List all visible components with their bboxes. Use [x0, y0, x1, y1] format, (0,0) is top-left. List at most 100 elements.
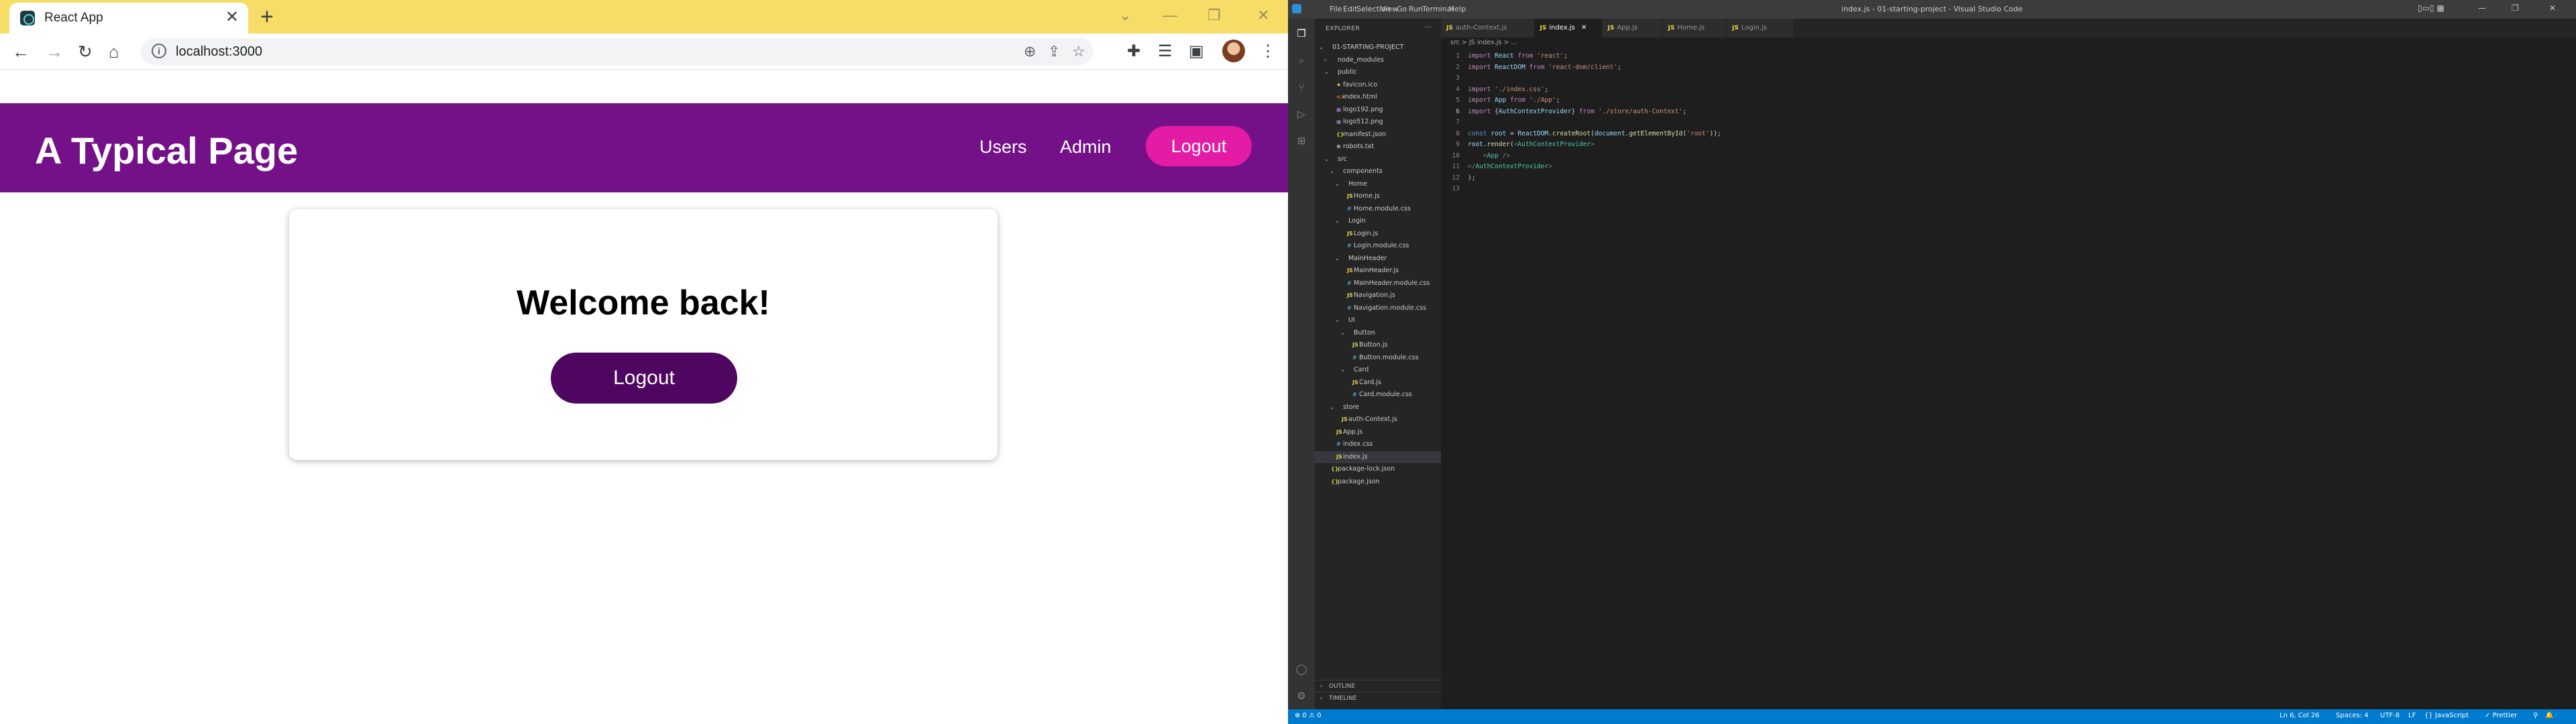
tree-folder[interactable]: ⌄ Home — [1315, 178, 1441, 190]
close-tab-icon[interactable]: ✕ — [225, 9, 239, 26]
back-arrow-icon[interactable]: ← — [12, 42, 30, 62]
tree-file[interactable]: JSButton.js — [1315, 339, 1441, 351]
tree-file[interactable]: JSNavigation.js — [1315, 290, 1441, 302]
address-bar[interactable]: i localhost:3000 ⊕ ⇪ ☆ — [141, 38, 1093, 65]
settings-gear-icon[interactable]: ⚙ — [1295, 689, 1308, 703]
reading-list-icon[interactable]: ☰ — [1158, 42, 1173, 62]
tree-file[interactable]: ≡ robots.txt — [1315, 141, 1441, 153]
menu-help[interactable]: Help — [1449, 5, 1466, 13]
code-line[interactable]: 8 const root = ReactDOM.createRoot(docume… — [1441, 129, 1721, 139]
tree-file[interactable]: # Navigation.module.css — [1315, 302, 1441, 314]
code-line[interactable]: 9 root.render(<AuthContextProvider> — [1441, 139, 1595, 150]
tree-folder[interactable]: ⌄ public — [1315, 66, 1441, 78]
tree-file[interactable]: # index.css — [1315, 438, 1441, 450]
chrome-menu-icon[interactable]: ⋮ — [1260, 42, 1276, 62]
editor-tab[interactable]: JS App.js — [1602, 19, 1662, 38]
tree-file[interactable]: <>index.html — [1315, 91, 1441, 103]
tree-file[interactable]: JSHome.js — [1315, 190, 1441, 202]
tree-file[interactable]: JSCard.js — [1315, 377, 1441, 389]
restore-button[interactable]: ❐ — [1208, 5, 1221, 25]
tree-folder[interactable]: › node_modules — [1315, 54, 1441, 66]
code-line[interactable]: 13 — [1441, 184, 1468, 194]
code-line[interactable]: 11 </AuthContextProvider> — [1441, 162, 1552, 172]
tree-file[interactable]: {}package.json — [1315, 476, 1441, 488]
menu-view[interactable]: View — [1381, 5, 1398, 13]
tree-folder[interactable]: ⌄ Button — [1315, 327, 1441, 339]
restore-button[interactable]: ❐ — [2512, 3, 2519, 13]
editor-tab[interactable]: JS Home.js — [1662, 19, 1726, 38]
layout-toggle-icon[interactable]: ▯▭▯ ▦ — [2418, 3, 2445, 13]
tab-search-icon[interactable]: ⌄ — [1119, 5, 1131, 25]
profile-avatar[interactable] — [1222, 40, 1245, 62]
problems-indicator[interactable]: ⊗ 0 ⚠ 0 — [1295, 712, 1322, 719]
close-window-button[interactable]: ✕ — [1257, 5, 1269, 25]
tree-folder[interactable]: ⌄ MainHeader — [1315, 253, 1441, 265]
tree-folder[interactable]: ⌄ UI — [1315, 314, 1441, 326]
extensions-icon[interactable]: ⊞ — [1295, 134, 1308, 147]
code-line[interactable]: 7 — [1441, 117, 1468, 128]
timeline-panel-header[interactable]: › TIMELINE — [1315, 692, 1441, 704]
minimize-button[interactable]: — — [2478, 3, 2486, 13]
source-control-icon[interactable]: ⑂ — [1295, 80, 1308, 94]
site-info-icon[interactable]: i — [152, 44, 166, 58]
reload-icon[interactable]: ↻ — [78, 42, 93, 62]
url-text[interactable]: localhost:3000 — [176, 44, 262, 60]
status-item[interactable]: ✓ Prettier — [2485, 712, 2517, 719]
editor-tab[interactable]: JS auth-Context.js — [1441, 19, 1534, 38]
menu-go[interactable]: Go — [1397, 5, 1407, 13]
code-line[interactable]: 5 import App from './App'; — [1441, 95, 1560, 106]
nav-link-admin[interactable]: Admin — [1060, 137, 1112, 158]
tree-folder[interactable]: ⌄ components — [1315, 166, 1441, 178]
status-item[interactable]: 🔔 — [2545, 712, 2553, 719]
tree-folder[interactable]: ⌄ Card — [1315, 364, 1441, 376]
tree-file[interactable]: # Card.module.css — [1315, 389, 1441, 401]
editor-tab[interactable]: JS index.js ✕ — [1534, 19, 1602, 38]
tree-file[interactable]: # Button.module.css — [1315, 352, 1441, 364]
status-item[interactable]: {} JavaScript — [2424, 712, 2469, 719]
status-item[interactable]: ⚲ — [2533, 712, 2538, 719]
tree-file[interactable]: JSApp.js — [1315, 426, 1441, 438]
tree-file[interactable]: {}manifest.json — [1315, 129, 1441, 141]
share-icon[interactable]: ⇪ — [1048, 42, 1060, 61]
more-actions-icon[interactable]: ··· — [1425, 23, 1432, 32]
code-editor[interactable]: 1 import React from 'react'; 2 import React… — [1441, 51, 2576, 708]
bookmark-star-icon[interactable]: ☆ — [1072, 42, 1085, 61]
card-logout-button[interactable]: Logout — [551, 353, 737, 404]
code-line[interactable]: 3 — [1441, 73, 1468, 84]
tree-file[interactable]: JSLogin.js — [1315, 228, 1441, 240]
tree-file[interactable]: # Home.module.css — [1315, 203, 1441, 215]
extensions-puzzle-icon[interactable]: ✚ — [1127, 42, 1140, 62]
tree-file[interactable]: ▣ logo192.png — [1315, 104, 1441, 116]
side-panel-icon[interactable]: ▣ — [1189, 42, 1204, 62]
tree-folder[interactable]: ⌄ 01-STARTING-PROJECT — [1315, 42, 1441, 54]
code-line[interactable]: 1 import React from 'react'; — [1441, 51, 1568, 62]
new-tab-button[interactable]: + — [260, 4, 274, 29]
tree-folder[interactable]: ⌄ store — [1315, 402, 1441, 414]
tree-file[interactable]: # Login.module.css — [1315, 240, 1441, 252]
tree-file[interactable]: ★ favicon.ico — [1315, 79, 1441, 91]
run-debug-icon[interactable]: ▷ — [1295, 107, 1308, 121]
code-line[interactable]: 2 import ReactDOM from 'react-dom/client'… — [1441, 62, 1621, 73]
nav-link-users[interactable]: Users — [979, 137, 1027, 158]
status-item[interactable]: LF — [2408, 712, 2416, 719]
menu-file[interactable]: File — [1330, 5, 1342, 13]
explorer-files-icon[interactable]: ❐ — [1295, 27, 1308, 40]
outline-panel-header[interactable]: › OUTLINE — [1315, 680, 1441, 692]
tree-folder[interactable]: ⌄ Login — [1315, 215, 1441, 227]
menu-edit[interactable]: Edit — [1343, 5, 1357, 13]
tree-file[interactable]: ▣ logo512.png — [1315, 116, 1441, 128]
tree-file[interactable]: JSMainHeader.js — [1315, 265, 1441, 277]
status-item[interactable]: UTF-8 — [2380, 712, 2400, 719]
tree-file[interactable]: JSauth-Context.js — [1315, 414, 1441, 426]
tree-file[interactable]: JSindex.js — [1315, 450, 1441, 463]
search-icon[interactable]: ⌕ — [1295, 54, 1308, 67]
close-window-button[interactable]: ✕ — [2549, 3, 2556, 13]
minimize-button[interactable]: — — [1163, 5, 1177, 25]
status-item[interactable]: Spaces: 4 — [2336, 712, 2369, 719]
code-line[interactable]: 6 import {AuthContextProvider} from './st… — [1441, 107, 1686, 117]
code-line[interactable]: 4 import './index.css'; — [1441, 84, 1548, 95]
header-logout-button[interactable]: Logout — [1146, 126, 1252, 166]
browser-tab-react-app[interactable]: React App ✕ — [9, 3, 248, 34]
account-icon[interactable]: ◯ — [1295, 662, 1308, 676]
close-tab-icon[interactable]: ✕ — [1579, 24, 1587, 32]
